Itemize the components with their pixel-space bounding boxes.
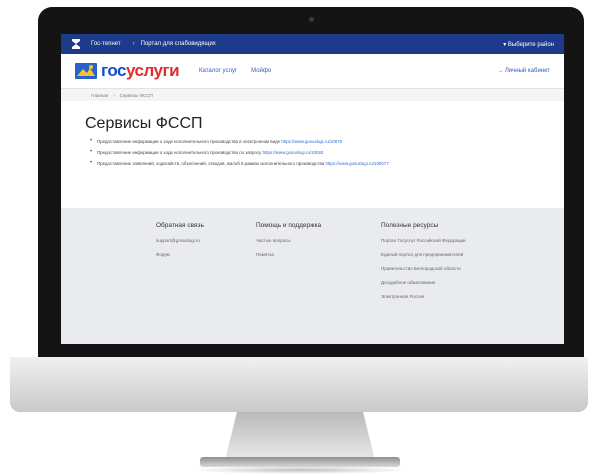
- footer-link[interactable]: Форум: [156, 252, 204, 257]
- breadcrumb-home[interactable]: Главная: [91, 93, 108, 98]
- footer-heading: Полезные ресурсы: [381, 222, 439, 229]
- service-description: Предоставление заявлений, ходатайств, об…: [97, 161, 325, 166]
- site-footer: Обратная связь support@gosuslugi.ru Фору…: [61, 208, 564, 344]
- arrow-right-icon: →: [497, 68, 505, 74]
- footer-link[interactable]: Правительство Белгородской области: [381, 266, 466, 271]
- footer-link[interactable]: support@gosuslugi.ru: [156, 238, 204, 243]
- footer-link[interactable]: Частые вопросы: [256, 238, 321, 243]
- stand-shadow: [190, 466, 410, 474]
- emblem-icon: [75, 63, 97, 79]
- breadcrumb-separator: ›: [113, 92, 115, 98]
- footer-column-feedback: Обратная связь support@gosuslugi.ru Фору…: [156, 222, 204, 266]
- topbar-separator: ›: [132, 41, 135, 47]
- topbar-link-gosnet[interactable]: Гос-тепнет: [91, 41, 121, 47]
- breadcrumb-current: Сервисы ФССП: [119, 92, 153, 98]
- footer-link[interactable]: Единый портал для предпринимателей: [381, 252, 466, 257]
- region-label: Выберите район: [507, 41, 554, 48]
- top-bar: Гос-тепнет › Портал для слабовидящих ▾ В…: [61, 34, 564, 54]
- nav-link-catalog[interactable]: Каталог услуг: [199, 68, 237, 74]
- main-content: Сервисы ФССП Предоставление информации о…: [61, 101, 564, 208]
- service-list: Предоставление информации о ходе исполни…: [85, 138, 540, 166]
- brand-wordmark: госуслуги: [101, 61, 180, 81]
- service-link[interactable]: https://www.gosuslugi.ru/100077: [325, 161, 388, 166]
- footer-heading: Помощь и поддержка: [256, 222, 322, 229]
- main-nav: Каталог услуг Мойфо: [199, 68, 285, 74]
- brand-part-uslugi: услуги: [125, 61, 180, 80]
- footer-link[interactable]: Электронная Россия: [381, 294, 466, 299]
- list-item: Предоставление информации о ходе исполни…: [90, 149, 540, 155]
- location-pin-icon: ▾: [503, 41, 507, 48]
- footer-column-resources: Полезные ресурсы Портал Госуслуг Российс…: [381, 222, 466, 308]
- topbar-link-accessible[interactable]: Портал для слабовидящих: [141, 41, 216, 47]
- breadcrumb: Главная › Сервисы ФССП: [61, 89, 564, 101]
- service-description: Предоставление информации о ходе исполни…: [97, 150, 262, 155]
- list-item: Предоставление заявлений, ходатайств, об…: [90, 160, 540, 166]
- monitor-screen: Гос-тепнет › Портал для слабовидящих ▾ В…: [61, 34, 564, 344]
- list-item: Предоставление информации о ходе исполни…: [90, 138, 540, 144]
- cabinet-label: Личный кабинет: [504, 68, 550, 74]
- page-title: Сервисы ФССП: [85, 115, 203, 132]
- nav-link-mofo[interactable]: Мойфо: [251, 68, 271, 74]
- footer-link[interactable]: Памятка: [256, 252, 321, 257]
- monitor-bezel: Гос-тепнет › Портал для слабовидящих ▾ В…: [38, 7, 584, 357]
- region-selector[interactable]: ▾ Выберите район: [503, 41, 554, 48]
- footer-heading: Обратная связь: [156, 222, 204, 229]
- monitor-chin: [10, 357, 588, 412]
- site-header: госуслуги Каталог услуг Мойфо → Личный к…: [61, 54, 564, 89]
- personal-cabinet-link[interactable]: → Личный кабинет: [497, 68, 550, 74]
- gosuslugi-logo[interactable]: госуслуги: [75, 61, 180, 81]
- brand-part-gos: гос: [101, 61, 126, 80]
- hourglass-icon[interactable]: [71, 39, 81, 49]
- service-link[interactable]: https://www.gosuslugi.ru/10093: [263, 150, 324, 155]
- monitor-stand: [225, 412, 375, 460]
- service-link[interactable]: https://www.gosuslugi.ru/10076: [281, 139, 342, 144]
- camera-icon: [309, 17, 314, 22]
- service-description: Предоставление информации о ходе исполни…: [97, 139, 281, 144]
- footer-column-help: Помощь и поддержка Частые вопросы Памятк…: [256, 222, 321, 266]
- footer-link[interactable]: Портал Госуслуг Российской Федерации: [381, 238, 466, 243]
- footer-link[interactable]: Досудебное обжалование: [381, 280, 466, 285]
